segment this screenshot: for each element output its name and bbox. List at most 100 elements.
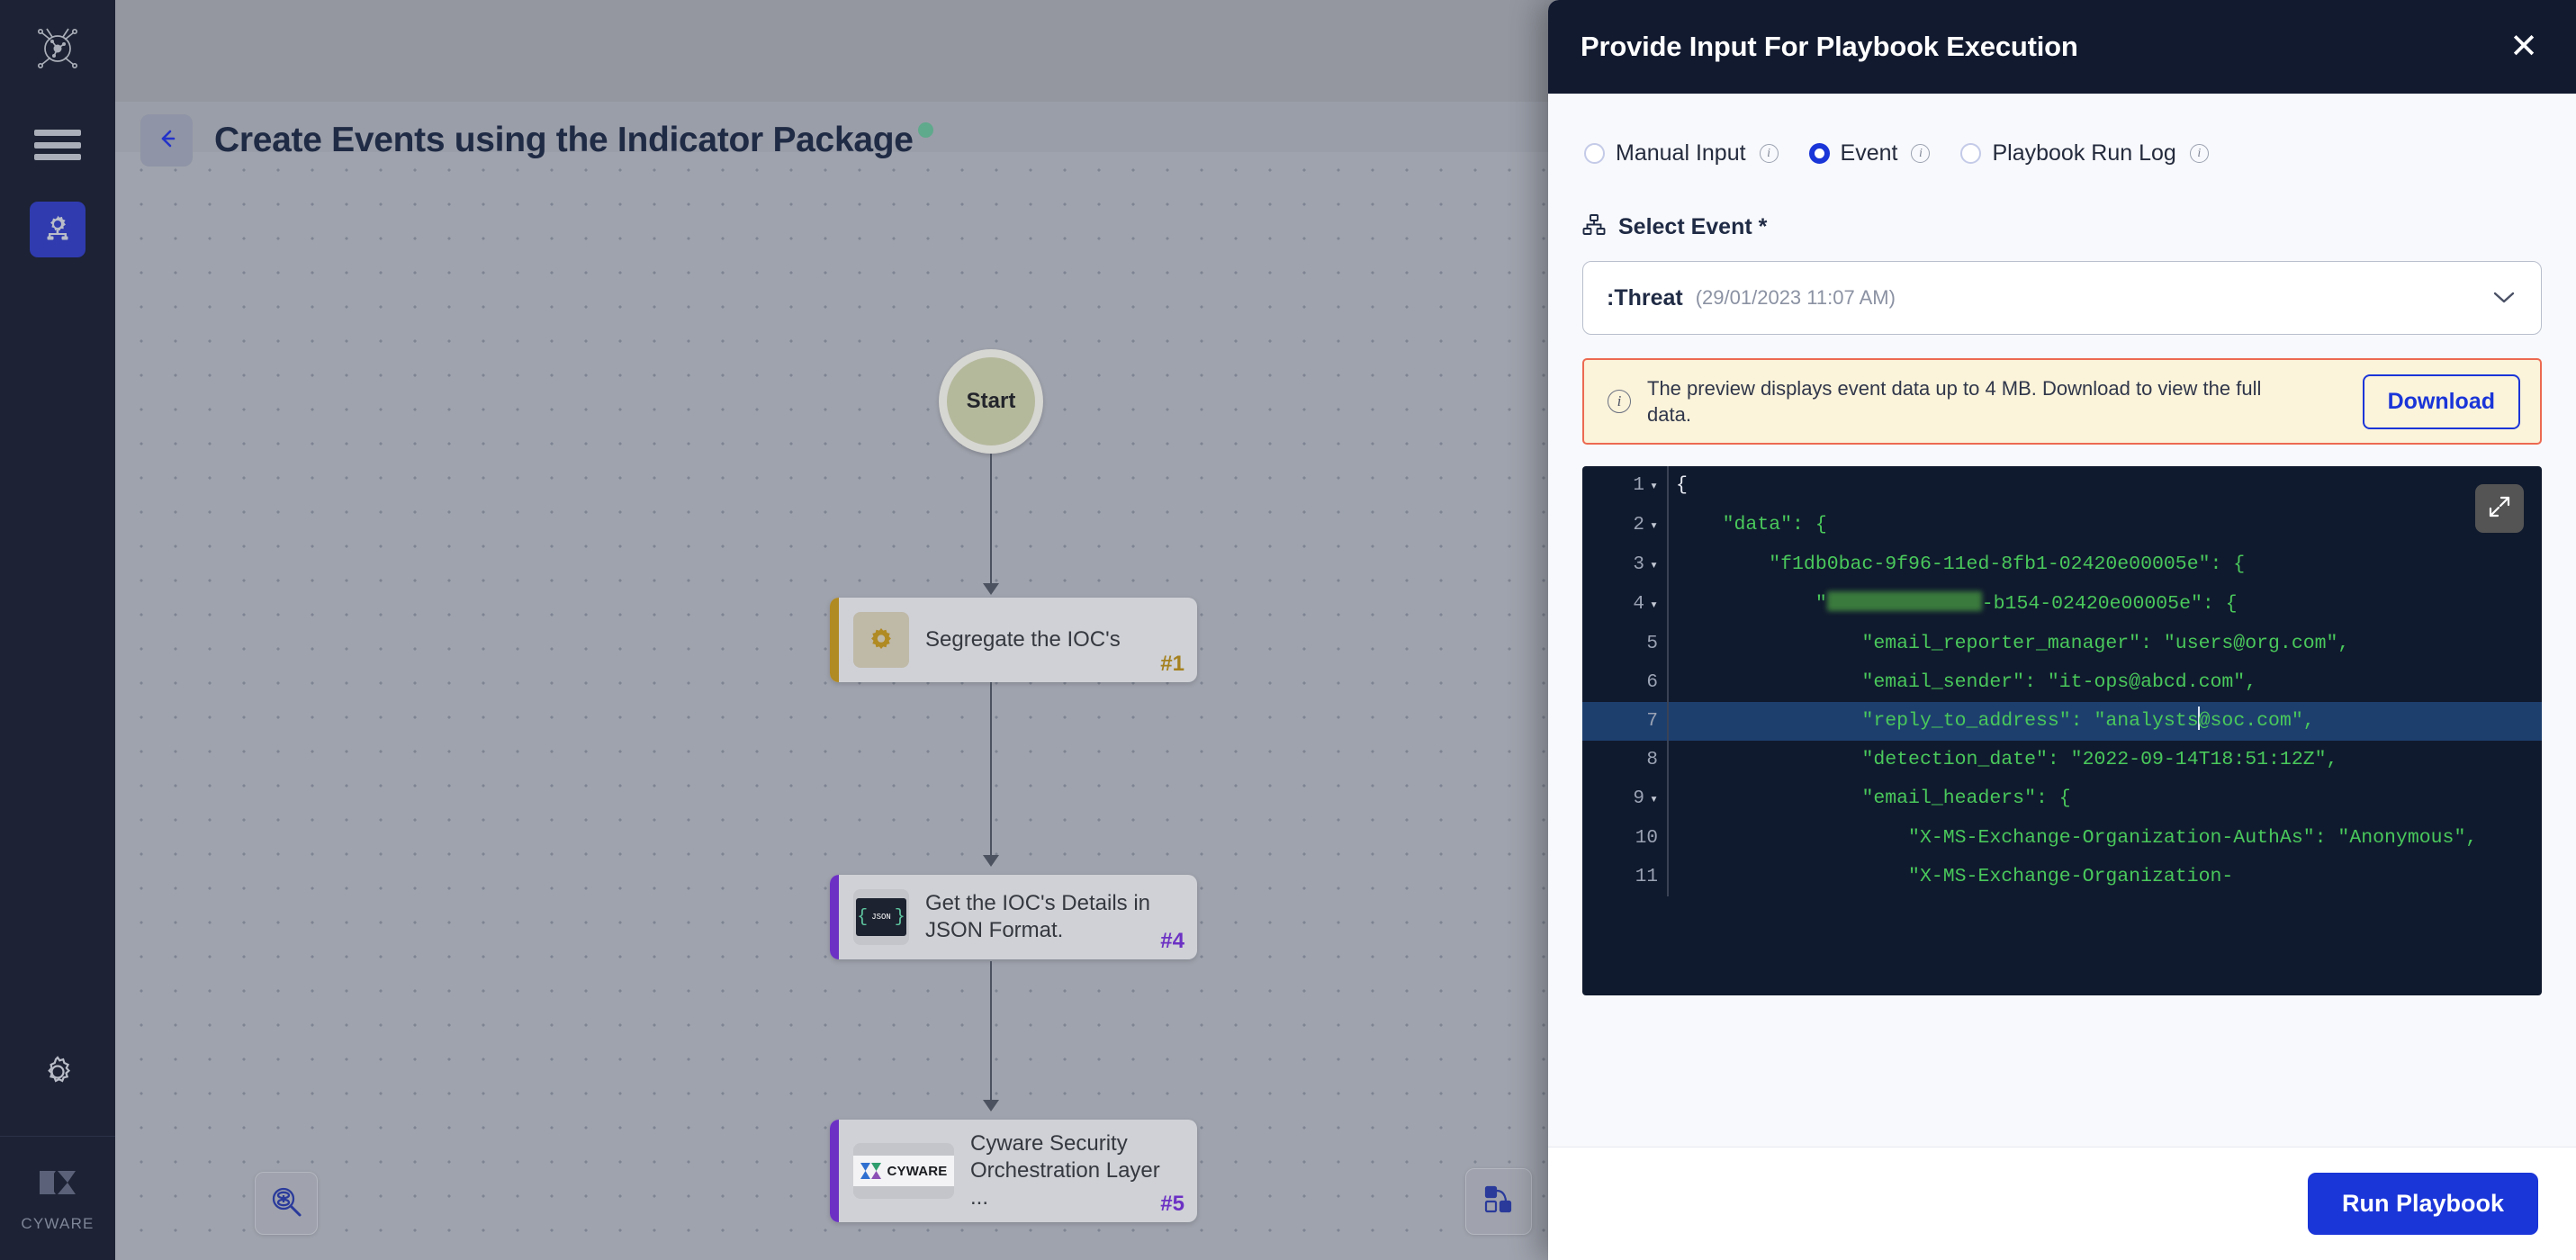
page-title-text: Create Events using the Indicator Packag… — [214, 121, 914, 159]
flow-edge-arrow — [983, 583, 999, 595]
code-line: 2▾ "data": { — [1582, 506, 2542, 545]
info-icon[interactable]: i — [1911, 144, 1930, 163]
code-fold-caret-icon[interactable]: ▾ — [1650, 479, 1658, 494]
redacted-value — [1827, 591, 1982, 611]
code-line-number: 6 — [1582, 663, 1669, 702]
flow-edge — [990, 682, 992, 859]
code-line-text: "f1db0bac-9f96-11ed-8fb1-02420e00005e": … — [1669, 545, 2542, 584]
code-line-number: 1▾ — [1582, 466, 1669, 506]
status-badge — [918, 122, 933, 138]
info-icon: i — [1608, 390, 1631, 413]
flow-node-start[interactable]: Start — [939, 349, 1043, 454]
code-line-text: "-b154-02420e00005e": { — [1669, 585, 2542, 624]
code-line: 4▾ "-b154-02420e00005e": { — [1582, 585, 2542, 625]
flow-node[interactable]: Segregate the IOC's #1 — [830, 598, 1197, 682]
node-index: #5 — [1160, 1192, 1184, 1217]
select-event-dropdown[interactable]: :Threat (29/01/2023 11:07 AM) — [1582, 261, 2542, 335]
input-mode-radio-group: Manual Input i Event i Playbook Run Log … — [1582, 140, 2542, 166]
code-fold-caret-icon[interactable]: ▾ — [1650, 558, 1658, 573]
code-line-text: "reply_to_address": "analysts@soc.com", — [1669, 702, 2542, 741]
brand-footer: CYWARE — [0, 1136, 115, 1260]
code-line-number: 11 — [1582, 858, 1669, 896]
code-fold-caret-icon[interactable]: ▾ — [1650, 518, 1658, 534]
expand-arrows-icon — [2487, 494, 2512, 524]
flow-edge — [990, 961, 992, 1103]
info-icon[interactable]: i — [2190, 144, 2209, 163]
flow-node[interactable]: CYWARE Cyware Security Orchestration Lay… — [830, 1120, 1197, 1222]
cyware-wordmark: CYWARE — [887, 1164, 947, 1179]
node-label: Segregate the IOC's — [925, 626, 1130, 653]
code-fold-caret-icon[interactable]: ▾ — [1650, 792, 1658, 807]
sidebar-item-settings[interactable] — [30, 1046, 86, 1102]
cyware-logo-icon — [38, 1164, 77, 1206]
cyware-logo-icon: CYWARE — [853, 1143, 954, 1199]
selected-event-time: (29/01/2023 11:07 AM) — [1696, 286, 1896, 310]
node-index: #1 — [1160, 652, 1184, 677]
radio-manual-input[interactable]: Manual Input i — [1584, 140, 1779, 166]
radio-dot — [1809, 143, 1830, 164]
page-title: Create Events using the Indicator Packag… — [214, 121, 914, 160]
radio-event[interactable]: Event i — [1809, 140, 1931, 166]
code-line-number: 4▾ — [1582, 585, 1669, 625]
chevron-down-icon — [2490, 284, 2517, 312]
node-index: #4 — [1160, 929, 1184, 954]
preview-size-notice: i The preview displays event data up to … — [1582, 358, 2542, 445]
run-playbook-button[interactable]: Run Playbook — [2308, 1173, 2538, 1235]
node-accent-bar — [830, 1120, 839, 1222]
code-line: 8 "detection_date": "2022-09-14T18:51:12… — [1582, 741, 2542, 779]
code-line-number: 8 — [1582, 741, 1669, 779]
code-line-number: 3▾ — [1582, 545, 1669, 585]
start-node-label: Start — [967, 389, 1016, 414]
auto-layout-button[interactable] — [1465, 1168, 1532, 1235]
flow-node[interactable]: {JSON} Get the IOC's Details in JSON For… — [830, 875, 1197, 959]
node-label: Get the IOC's Details in JSON Format. — [925, 890, 1183, 944]
code-fold-caret-icon[interactable]: ▾ — [1650, 598, 1658, 613]
radio-playbook-run-log[interactable]: Playbook Run Log i — [1960, 140, 2208, 166]
text-cursor — [2198, 706, 2200, 730]
info-icon[interactable]: i — [1760, 144, 1779, 163]
code-line-text: "email_headers": { — [1669, 779, 2542, 818]
hamburger-menu-icon[interactable] — [34, 130, 81, 160]
code-line-text: "X-MS-Exchange-Organization-AuthAs": "An… — [1669, 819, 2542, 858]
left-nav-rail: CYWARE — [0, 0, 115, 1260]
node-accent-bar — [830, 598, 839, 682]
code-line: 3▾ "f1db0bac-9f96-11ed-8fb1-02420e00005e… — [1582, 545, 2542, 585]
code-line-list: 1▾{2▾ "data": {3▾ "f1db0bac-9f96-11ed-8f… — [1582, 466, 2542, 896]
code-line-text: "email_sender": "it-ops@abcd.com", — [1669, 663, 2542, 702]
code-line-text: "data": { — [1669, 506, 2542, 544]
code-line: 5 "email_reporter_manager": "users@org.c… — [1582, 625, 2542, 663]
sitemap-icon — [1582, 213, 1606, 241]
gear-icon — [853, 612, 909, 668]
search-node-button[interactable] — [255, 1172, 318, 1235]
event-json-preview[interactable]: 1▾{2▾ "data": {3▾ "f1db0bac-9f96-11ed-8f… — [1582, 466, 2542, 995]
radio-label: Event — [1841, 140, 1898, 166]
select-event-label-row: Select Event * — [1582, 213, 2542, 241]
flow-edge — [990, 454, 992, 587]
sidebar-item-orchestrate[interactable] — [30, 202, 86, 257]
radio-dot — [1960, 143, 1981, 164]
radio-label: Manual Input — [1616, 140, 1746, 166]
selected-event-name: :Threat — [1607, 285, 1683, 311]
flow-edge-arrow — [983, 1100, 999, 1112]
flow-edge-arrow — [983, 855, 999, 867]
orchestrate-gear-icon — [41, 212, 74, 248]
panel-title: Provide Input For Playbook Execution — [1581, 31, 2078, 63]
code-line-number: 7 — [1582, 702, 1669, 741]
arrow-left-icon — [153, 125, 180, 157]
download-button[interactable]: Download — [2363, 374, 2520, 429]
back-button[interactable] — [140, 114, 193, 166]
code-line-number: 9▾ — [1582, 779, 1669, 819]
code-line: 9▾ "email_headers": { — [1582, 779, 2542, 819]
close-icon[interactable]: ✕ — [2509, 30, 2538, 64]
json-icon: {JSON} — [853, 889, 909, 945]
panel-header: Provide Input For Playbook Execution ✕ — [1548, 0, 2576, 94]
code-line-number: 10 — [1582, 819, 1669, 858]
auto-layout-icon — [1481, 1182, 1517, 1222]
code-line: 6 "email_sender": "it-ops@abcd.com", — [1582, 663, 2542, 702]
code-line-text: { — [1669, 466, 2542, 505]
code-line-number: 5 — [1582, 625, 1669, 663]
select-event-label: Select Event * — [1618, 214, 1767, 240]
panel-footer: Run Playbook — [1548, 1147, 2576, 1260]
expand-button[interactable] — [2475, 484, 2524, 533]
radio-label: Playbook Run Log — [1992, 140, 2175, 166]
